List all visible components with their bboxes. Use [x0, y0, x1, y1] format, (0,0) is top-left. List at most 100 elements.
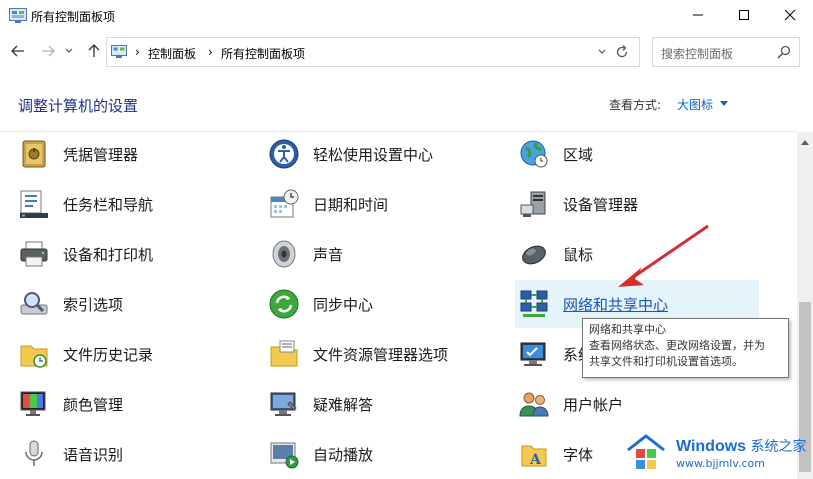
- scroll-up-arrow-icon[interactable]: [801, 140, 809, 145]
- breadcrumb-separator: ›: [135, 45, 140, 59]
- printer-icon: [20, 241, 48, 267]
- tooltip-title: 网络和共享中心: [589, 323, 666, 336]
- breadcrumb-control-panel[interactable]: 控制面板: [148, 45, 196, 62]
- minimize-button[interactable]: [675, 0, 721, 30]
- item-region[interactable]: 区域: [518, 132, 758, 178]
- ease-of-access-icon: [269, 139, 299, 169]
- item-credential-manager[interactable]: 凭据管理器: [18, 132, 248, 178]
- breadcrumb-all-items[interactable]: 所有控制面板项: [221, 45, 305, 62]
- item-devices-printers[interactable]: 设备和打印机: [18, 230, 248, 278]
- window-title: 所有控制面板项: [31, 10, 116, 24]
- item-file-history[interactable]: 文件历史记录: [18, 330, 248, 378]
- close-icon: [784, 9, 796, 21]
- vertical-scrollbar[interactable]: [797, 132, 813, 479]
- item-label: 轻松使用设置中心: [313, 146, 434, 164]
- item-label: 设备和打印机: [63, 246, 154, 264]
- control-panel-icon: [111, 45, 127, 58]
- back-button[interactable]: [8, 41, 28, 61]
- item-label: 自动播放: [313, 446, 374, 464]
- item-ease-of-access[interactable]: 轻松使用设置中心: [268, 132, 498, 178]
- item-label: 网络和共享中心: [563, 296, 669, 314]
- item-label: 设备管理器: [563, 196, 639, 214]
- folder-options-icon: [270, 340, 298, 367]
- watermark-url: www.bjjmlv.com: [676, 457, 765, 470]
- caret-down-icon[interactable]: [720, 101, 728, 106]
- item-label: 字体: [563, 446, 594, 464]
- item-explorer-options[interactable]: 文件资源管理器选项: [268, 330, 498, 378]
- svg-text:A: A: [529, 452, 542, 468]
- items-grid: 凭据管理器 任务栏和导航 设备和打印机 索引选项 文件历史记录 颜色管理 语音识…: [0, 132, 797, 479]
- watermark-brand-en: Windows: [676, 438, 747, 455]
- maximize-button[interactable]: [721, 0, 767, 30]
- minimize-icon: [693, 14, 703, 16]
- page-title: 调整计算机的设置: [18, 97, 139, 115]
- item-autoplay[interactable]: 自动播放: [268, 430, 498, 478]
- close-button[interactable]: [767, 0, 813, 30]
- item-label: 疑难解答: [313, 396, 374, 414]
- network-icon: [520, 290, 548, 317]
- item-label: 日期和时间: [313, 196, 389, 214]
- watermark: Windows 系统之家 www.bjjmlv.com: [620, 428, 813, 476]
- address-bar[interactable]: › 控制面板 › 所有控制面板项: [106, 37, 640, 67]
- system-computer-icon: [520, 342, 546, 366]
- search-box[interactable]: 搜索控制面板: [652, 37, 800, 67]
- item-label: 文件历史记录: [63, 346, 154, 364]
- navigation-bar: › 控制面板 › 所有控制面板项 搜索控制面板: [0, 32, 813, 72]
- item-sound[interactable]: 声音: [268, 230, 498, 278]
- item-label: 文件资源管理器选项: [313, 346, 449, 364]
- maximize-icon: [739, 10, 749, 20]
- search-input[interactable]: 搜索控制面板: [661, 45, 733, 62]
- item-date-time[interactable]: 日期和时间: [268, 180, 498, 228]
- mouse-icon: [522, 245, 546, 265]
- refresh-button[interactable]: [604, 37, 640, 67]
- sync-icon: [269, 289, 299, 319]
- view-by-dropdown[interactable]: 大图标: [677, 96, 713, 113]
- breadcrumb-separator: ›: [208, 45, 213, 59]
- indexing-magnifier-icon: [20, 292, 48, 315]
- recent-locations-button[interactable]: [62, 41, 76, 61]
- arrow-right-icon: [42, 45, 55, 57]
- item-label: 凭据管理器: [63, 146, 139, 164]
- item-taskbar-navigation[interactable]: 任务栏和导航: [18, 180, 248, 228]
- item-label: 同步中心: [313, 296, 374, 314]
- taskbar-icon: [20, 190, 48, 218]
- file-history-icon: [20, 345, 48, 368]
- item-label: 任务栏和导航: [63, 196, 154, 214]
- view-by-label: 查看方式:: [609, 98, 662, 112]
- item-label: 索引选项: [63, 296, 124, 314]
- user-accounts-icon: [519, 392, 549, 417]
- up-button[interactable]: [84, 41, 104, 61]
- annotation-arrow-icon: [618, 224, 709, 287]
- chevron-down-icon: [65, 48, 73, 53]
- color-management-icon: [20, 391, 46, 416]
- windows-house-logo-icon: [627, 434, 665, 469]
- arrow-left-icon: [11, 45, 24, 57]
- item-label: 语音识别: [63, 446, 124, 464]
- item-label: 颜色管理: [63, 396, 124, 414]
- item-label: 鼠标: [563, 246, 594, 264]
- refresh-icon: [616, 45, 627, 58]
- globe-clock-icon: [520, 140, 548, 168]
- watermark-brand-cn: 系统之家: [750, 438, 807, 454]
- search-icon[interactable]: [777, 45, 791, 59]
- credential-vault-icon: [22, 140, 46, 168]
- item-speech-recognition[interactable]: 语音识别: [18, 430, 248, 478]
- item-sync-center[interactable]: 同步中心: [268, 280, 498, 328]
- item-indexing-options[interactable]: 索引选项: [18, 280, 248, 328]
- arrow-up-icon: [88, 44, 100, 57]
- item-troubleshooting[interactable]: 疑难解答: [268, 380, 498, 428]
- item-user-accounts[interactable]: 用户帐户: [518, 380, 758, 428]
- device-manager-icon: [520, 191, 546, 217]
- item-label: 用户帐户: [563, 396, 624, 414]
- forward-button[interactable]: [38, 41, 58, 61]
- calendar-clock-icon: [270, 189, 299, 218]
- item-label: 声音: [313, 246, 344, 264]
- troubleshooting-icon: [270, 392, 297, 416]
- speaker-icon: [272, 240, 296, 268]
- title-bar: 所有控制面板项: [0, 0, 813, 32]
- microphone-icon: [25, 440, 43, 466]
- tooltip: 网络和共享中心 查看网络状态、更改网络设置，并为 共享文件和打印机设置首选项。: [582, 318, 789, 378]
- control-panel-icon: [9, 8, 27, 23]
- item-device-manager[interactable]: 设备管理器: [518, 180, 758, 228]
- item-color-management[interactable]: 颜色管理: [18, 380, 248, 428]
